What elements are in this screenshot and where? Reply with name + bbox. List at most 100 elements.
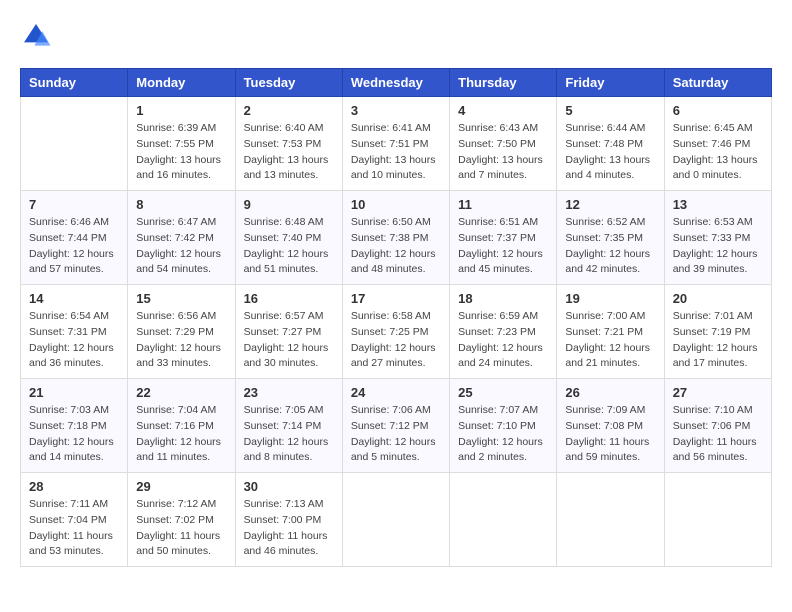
calendar-week-4: 21 Sunrise: 7:03 AMSunset: 7:18 PMDayligh… xyxy=(21,379,772,473)
day-number: 7 xyxy=(29,197,119,212)
day-number: 30 xyxy=(244,479,334,494)
weekday-header-tuesday: Tuesday xyxy=(235,69,342,97)
calendar-cell: 13 Sunrise: 6:53 AMSunset: 7:33 PMDayligh… xyxy=(664,191,771,285)
calendar-cell: 2 Sunrise: 6:40 AMSunset: 7:53 PMDaylight… xyxy=(235,97,342,191)
day-info: Sunrise: 6:46 AMSunset: 7:44 PMDaylight:… xyxy=(29,215,119,278)
day-info: Sunrise: 7:11 AMSunset: 7:04 PMDaylight:… xyxy=(29,497,119,560)
day-number: 10 xyxy=(351,197,441,212)
calendar-week-5: 28 Sunrise: 7:11 AMSunset: 7:04 PMDayligh… xyxy=(21,473,772,567)
day-info: Sunrise: 6:45 AMSunset: 7:46 PMDaylight:… xyxy=(673,121,763,184)
weekday-header-saturday: Saturday xyxy=(664,69,771,97)
day-info: Sunrise: 7:01 AMSunset: 7:19 PMDaylight:… xyxy=(673,309,763,372)
day-number: 19 xyxy=(565,291,655,306)
day-info: Sunrise: 7:06 AMSunset: 7:12 PMDaylight:… xyxy=(351,403,441,466)
day-info: Sunrise: 6:39 AMSunset: 7:55 PMDaylight:… xyxy=(136,121,226,184)
day-info: Sunrise: 7:05 AMSunset: 7:14 PMDaylight:… xyxy=(244,403,334,466)
day-info: Sunrise: 6:57 AMSunset: 7:27 PMDaylight:… xyxy=(244,309,334,372)
calendar-cell: 30 Sunrise: 7:13 AMSunset: 7:00 PMDayligh… xyxy=(235,473,342,567)
day-info: Sunrise: 6:51 AMSunset: 7:37 PMDaylight:… xyxy=(458,215,548,278)
day-number: 23 xyxy=(244,385,334,400)
calendar-cell: 3 Sunrise: 6:41 AMSunset: 7:51 PMDaylight… xyxy=(342,97,449,191)
calendar-header-row: SundayMondayTuesdayWednesdayThursdayFrid… xyxy=(21,69,772,97)
calendar-cell: 17Sunrise: 6:58 AMSunset: 7:25 PMDayligh… xyxy=(342,285,449,379)
calendar-week-3: 14 Sunrise: 6:54 AMSunset: 7:31 PMDayligh… xyxy=(21,285,772,379)
calendar-week-1: 1 Sunrise: 6:39 AMSunset: 7:55 PMDaylight… xyxy=(21,97,772,191)
day-info: Sunrise: 6:59 AMSunset: 7:23 PMDaylight:… xyxy=(458,309,548,372)
calendar-cell: 23 Sunrise: 7:05 AMSunset: 7:14 PMDayligh… xyxy=(235,379,342,473)
day-number: 3 xyxy=(351,103,441,118)
calendar-cell xyxy=(664,473,771,567)
day-info: Sunrise: 6:56 AMSunset: 7:29 PMDaylight:… xyxy=(136,309,226,372)
day-number: 14 xyxy=(29,291,119,306)
day-number: 24 xyxy=(351,385,441,400)
calendar-cell: 16 Sunrise: 6:57 AMSunset: 7:27 PMDayligh… xyxy=(235,285,342,379)
day-info: Sunrise: 6:40 AMSunset: 7:53 PMDaylight:… xyxy=(244,121,334,184)
calendar-week-2: 7 Sunrise: 6:46 AMSunset: 7:44 PMDaylight… xyxy=(21,191,772,285)
day-info: Sunrise: 6:58 AMSunset: 7:25 PMDaylight:… xyxy=(351,309,441,372)
calendar-cell: 15 Sunrise: 6:56 AMSunset: 7:29 PMDayligh… xyxy=(128,285,235,379)
logo-icon xyxy=(20,20,52,52)
calendar-cell xyxy=(21,97,128,191)
day-info: Sunrise: 6:53 AMSunset: 7:33 PMDaylight:… xyxy=(673,215,763,278)
day-info: Sunrise: 7:13 AMSunset: 7:00 PMDaylight:… xyxy=(244,497,334,560)
calendar-cell: 22 Sunrise: 7:04 AMSunset: 7:16 PMDayligh… xyxy=(128,379,235,473)
day-number: 22 xyxy=(136,385,226,400)
calendar-cell: 1 Sunrise: 6:39 AMSunset: 7:55 PMDaylight… xyxy=(128,97,235,191)
day-number: 15 xyxy=(136,291,226,306)
day-info: Sunrise: 7:10 AMSunset: 7:06 PMDaylight:… xyxy=(673,403,763,466)
calendar-cell: 26 Sunrise: 7:09 AMSunset: 7:08 PMDayligh… xyxy=(557,379,664,473)
weekday-header-sunday: Sunday xyxy=(21,69,128,97)
day-number: 8 xyxy=(136,197,226,212)
day-info: Sunrise: 6:41 AMSunset: 7:51 PMDaylight:… xyxy=(351,121,441,184)
calendar-cell: 4Sunrise: 6:43 AMSunset: 7:50 PMDaylight… xyxy=(450,97,557,191)
day-number: 11 xyxy=(458,197,548,212)
calendar-cell: 10 Sunrise: 6:50 AMSunset: 7:38 PMDayligh… xyxy=(342,191,449,285)
day-info: Sunrise: 6:50 AMSunset: 7:38 PMDaylight:… xyxy=(351,215,441,278)
day-number: 5 xyxy=(565,103,655,118)
calendar-cell: 20 Sunrise: 7:01 AMSunset: 7:19 PMDayligh… xyxy=(664,285,771,379)
calendar-cell xyxy=(557,473,664,567)
calendar-cell: 9 Sunrise: 6:48 AMSunset: 7:40 PMDaylight… xyxy=(235,191,342,285)
day-number: 4 xyxy=(458,103,548,118)
day-number: 28 xyxy=(29,479,119,494)
day-info: Sunrise: 7:09 AMSunset: 7:08 PMDaylight:… xyxy=(565,403,655,466)
day-number: 21 xyxy=(29,385,119,400)
calendar-cell: 19 Sunrise: 7:00 AMSunset: 7:21 PMDayligh… xyxy=(557,285,664,379)
calendar-cell: 8 Sunrise: 6:47 AMSunset: 7:42 PMDaylight… xyxy=(128,191,235,285)
weekday-header-monday: Monday xyxy=(128,69,235,97)
calendar-table: SundayMondayTuesdayWednesdayThursdayFrid… xyxy=(20,68,772,567)
calendar-cell: 7 Sunrise: 6:46 AMSunset: 7:44 PMDaylight… xyxy=(21,191,128,285)
day-info: Sunrise: 7:04 AMSunset: 7:16 PMDaylight:… xyxy=(136,403,226,466)
day-info: Sunrise: 6:54 AMSunset: 7:31 PMDaylight:… xyxy=(29,309,119,372)
day-number: 1 xyxy=(136,103,226,118)
day-info: Sunrise: 6:47 AMSunset: 7:42 PMDaylight:… xyxy=(136,215,226,278)
day-info: Sunrise: 7:12 AMSunset: 7:02 PMDaylight:… xyxy=(136,497,226,560)
calendar-cell: 28 Sunrise: 7:11 AMSunset: 7:04 PMDayligh… xyxy=(21,473,128,567)
calendar-cell: 5Sunrise: 6:44 AMSunset: 7:48 PMDaylight… xyxy=(557,97,664,191)
day-number: 9 xyxy=(244,197,334,212)
day-number: 29 xyxy=(136,479,226,494)
calendar-cell: 6Sunrise: 6:45 AMSunset: 7:46 PMDaylight… xyxy=(664,97,771,191)
calendar-cell: 24 Sunrise: 7:06 AMSunset: 7:12 PMDayligh… xyxy=(342,379,449,473)
calendar-cell: 25Sunrise: 7:07 AMSunset: 7:10 PMDayligh… xyxy=(450,379,557,473)
calendar-cell: 12 Sunrise: 6:52 AMSunset: 7:35 PMDayligh… xyxy=(557,191,664,285)
calendar-cell: 11 Sunrise: 6:51 AMSunset: 7:37 PMDayligh… xyxy=(450,191,557,285)
day-number: 27 xyxy=(673,385,763,400)
day-number: 25 xyxy=(458,385,548,400)
day-number: 13 xyxy=(673,197,763,212)
day-number: 16 xyxy=(244,291,334,306)
calendar-cell: 14 Sunrise: 6:54 AMSunset: 7:31 PMDayligh… xyxy=(21,285,128,379)
day-info: Sunrise: 7:00 AMSunset: 7:21 PMDaylight:… xyxy=(565,309,655,372)
day-number: 26 xyxy=(565,385,655,400)
calendar-cell: 18Sunrise: 6:59 AMSunset: 7:23 PMDayligh… xyxy=(450,285,557,379)
logo xyxy=(20,20,56,52)
day-number: 20 xyxy=(673,291,763,306)
day-info: Sunrise: 6:48 AMSunset: 7:40 PMDaylight:… xyxy=(244,215,334,278)
page-header xyxy=(20,20,772,52)
day-number: 12 xyxy=(565,197,655,212)
weekday-header-wednesday: Wednesday xyxy=(342,69,449,97)
calendar-cell: 27 Sunrise: 7:10 AMSunset: 7:06 PMDayligh… xyxy=(664,379,771,473)
day-info: Sunrise: 7:03 AMSunset: 7:18 PMDaylight:… xyxy=(29,403,119,466)
day-number: 2 xyxy=(244,103,334,118)
day-info: Sunrise: 6:52 AMSunset: 7:35 PMDaylight:… xyxy=(565,215,655,278)
